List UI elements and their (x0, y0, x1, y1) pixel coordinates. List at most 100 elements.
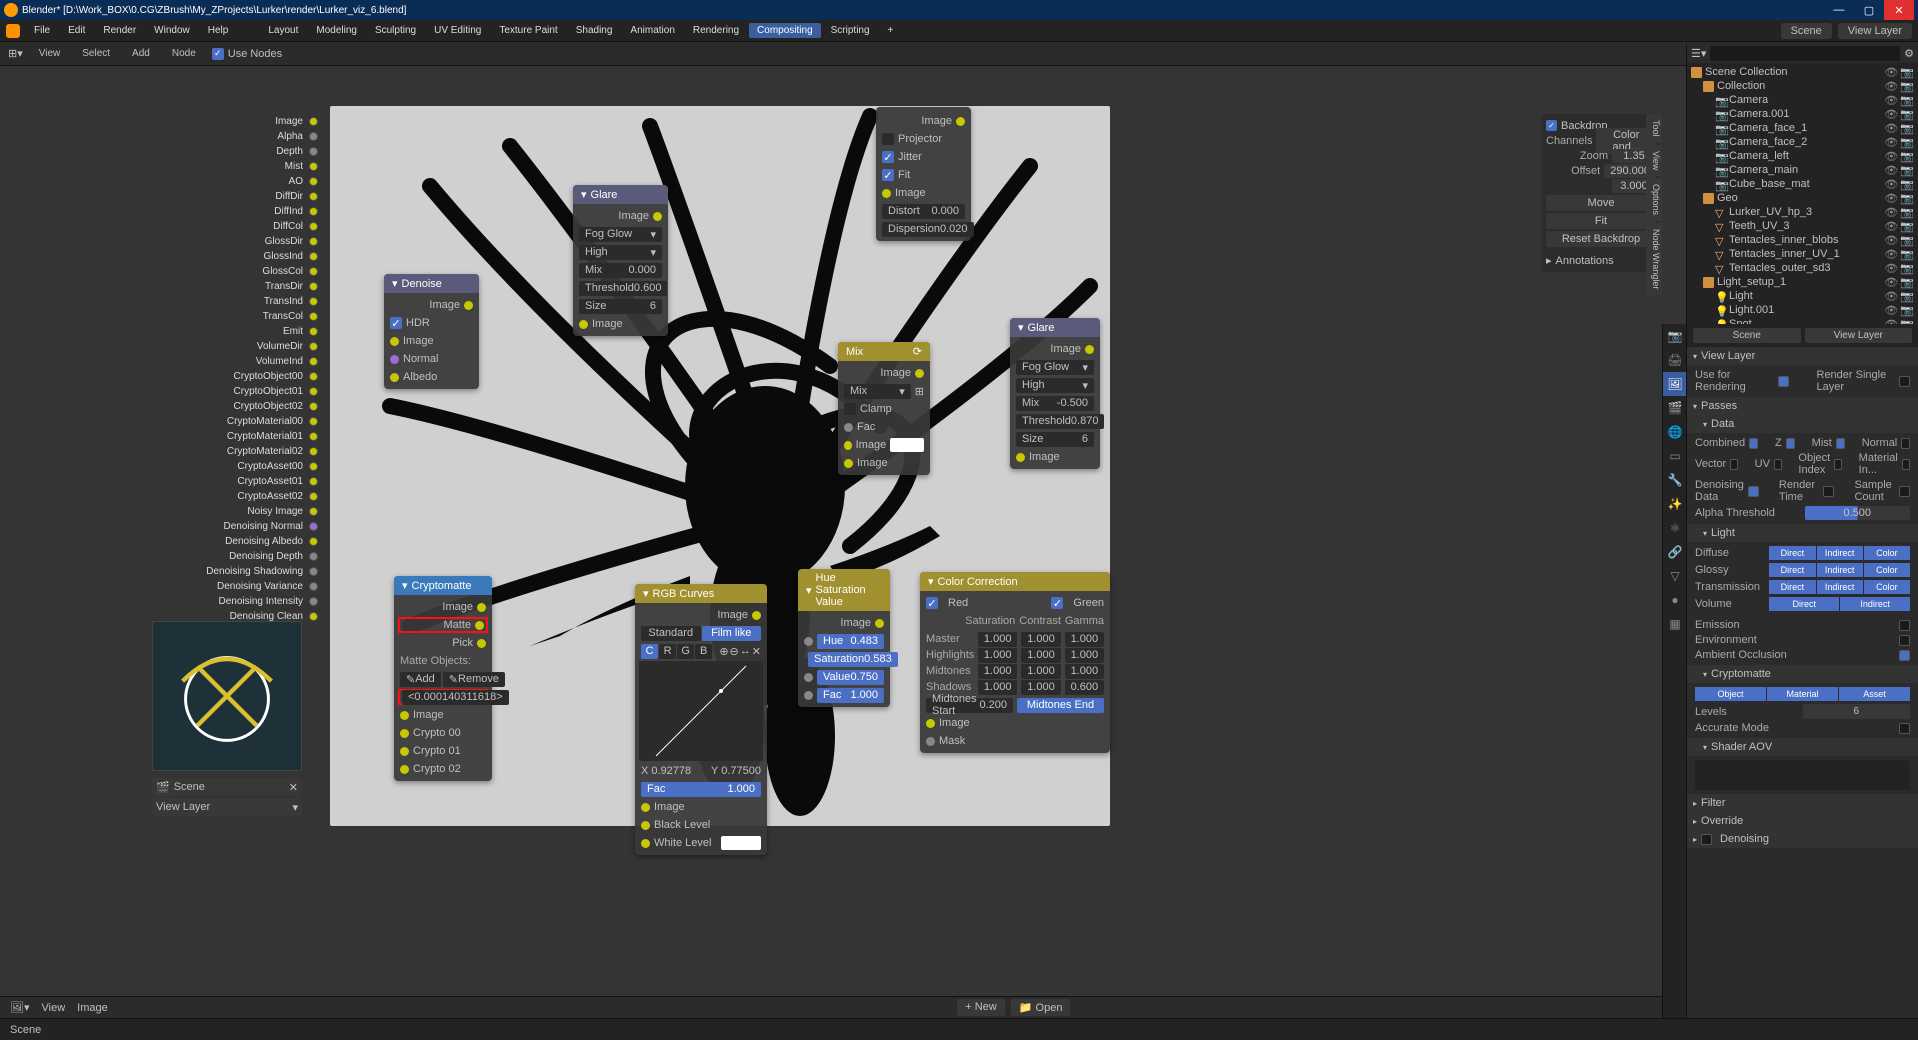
filter-icon[interactable]: ⚙ (1904, 47, 1914, 60)
render-output-socket[interactable]: GlossInd (150, 249, 318, 263)
levels-field[interactable]: 6 (1803, 704, 1911, 719)
panel-light[interactable]: Light (1687, 524, 1918, 542)
panel-shader-aov[interactable]: Shader AOV (1687, 738, 1918, 756)
workspace-modeling[interactable]: Modeling (308, 23, 365, 38)
workspace-uv[interactable]: UV Editing (426, 23, 489, 38)
render-output-socket[interactable]: TransCol (150, 309, 318, 323)
render-output-socket[interactable]: Denoising Clean (150, 609, 318, 623)
render-output-socket[interactable]: Mist (150, 159, 318, 173)
props-scene-chip[interactable]: Scene (1693, 328, 1801, 343)
workspace-compositing[interactable]: Compositing (749, 23, 821, 38)
render-output-socket[interactable]: TransDir (150, 279, 318, 293)
outliner-mode-icon[interactable]: ☰▾ (1691, 47, 1706, 60)
curve-tool-icon[interactable]: ✕ (752, 645, 761, 658)
node-glare-1[interactable]: ▾Glare Image Fog Glow▾ High▾ Mix0.000 Th… (573, 185, 668, 336)
props-viewlayer-chip[interactable]: View Layer (1805, 328, 1913, 343)
maximize-button[interactable]: ▢ (1854, 0, 1884, 20)
render-output-socket[interactable]: AO (150, 174, 318, 188)
tab-viewlayer[interactable]: 🖼 (1663, 372, 1687, 396)
render-output-socket[interactable]: Denoising Variance (150, 579, 318, 593)
render-output-socket[interactable]: CryptoMaterial02 (150, 444, 318, 458)
render-output-socket[interactable]: Denoising Normal (150, 519, 318, 533)
tab-particles[interactable]: ✨ (1663, 492, 1687, 516)
close-button[interactable]: ✕ (1884, 0, 1914, 20)
outliner-item[interactable]: ▽Tentacles_outer_sd3👁📷 (1691, 261, 1914, 275)
render-output-socket[interactable]: Denoising Depth (150, 549, 318, 563)
render-output-socket[interactable]: CryptoObject02 (150, 399, 318, 413)
render-output-socket[interactable]: Noisy Image (150, 504, 318, 518)
footer-image[interactable]: Image (77, 1002, 108, 1014)
outliner-item[interactable]: 📷Camera_main👁📷 (1691, 163, 1914, 177)
backdrop-move-button[interactable]: Move (1546, 195, 1656, 211)
menu-help[interactable]: Help (200, 23, 237, 38)
workspace-sculpting[interactable]: Sculpting (367, 23, 424, 38)
outliner-item[interactable]: Collection👁📷 (1691, 79, 1914, 93)
outliner-item[interactable]: 📷Camera👁📷 (1691, 93, 1914, 107)
outliner-item[interactable]: Scene Collection👁📷 (1691, 65, 1914, 79)
outliner-item[interactable]: 📷Camera_face_1👁📷 (1691, 121, 1914, 135)
render-output-socket[interactable]: GlossDir (150, 234, 318, 248)
render-output-socket[interactable]: DiffDir (150, 189, 318, 203)
tab-material[interactable]: ● (1663, 588, 1687, 612)
curve-tool-icon[interactable]: ↔ (740, 645, 751, 657)
scene-selector[interactable]: Scene (1781, 23, 1832, 39)
accurate-mode-check[interactable] (1899, 723, 1910, 734)
render-output-socket[interactable]: DiffInd (150, 204, 318, 218)
viewlayer-selector[interactable]: View Layer (1838, 23, 1912, 39)
use-rendering-check[interactable] (1778, 376, 1789, 387)
render-output-socket[interactable]: CryptoObject01 (150, 384, 318, 398)
outliner-item[interactable]: ▽Lurker_UV_hp_3👁📷 (1691, 205, 1914, 219)
panel-denoising[interactable]: Denoising (1687, 830, 1918, 848)
curve-editor[interactable] (639, 661, 763, 761)
render-output-socket[interactable]: CryptoAsset02 (150, 489, 318, 503)
clamp-icon[interactable]: ⊞ (915, 385, 924, 398)
node-hsv[interactable]: ▾Hue Saturation Value Image Hue0.483 Sat… (798, 569, 890, 707)
outliner-item[interactable]: Geo👁📷 (1691, 191, 1914, 205)
render-output-socket[interactable]: CryptoAsset00 (150, 459, 318, 473)
render-output-socket[interactable]: CryptoMaterial01 (150, 429, 318, 443)
render-output-socket[interactable]: Denoising Shadowing (150, 564, 318, 578)
tab-modifiers[interactable]: 🔧 (1663, 468, 1687, 492)
tab-physics[interactable]: ⚛ (1663, 516, 1687, 540)
crypto-tabs[interactable]: Object Material Asset (1695, 687, 1910, 701)
panel-filter[interactable]: Filter (1687, 794, 1918, 812)
workspace-add[interactable]: + (880, 23, 902, 38)
outliner-item[interactable]: 💡Light👁📷 (1691, 289, 1914, 303)
new-button[interactable]: + New (957, 999, 1005, 1016)
tab-texture[interactable]: ▦ (1663, 612, 1687, 636)
outliner-item[interactable]: Light_setup_1👁📷 (1691, 275, 1914, 289)
render-output-socket[interactable]: Depth (150, 144, 318, 158)
tab-view[interactable]: View (1646, 145, 1662, 176)
outliner-item[interactable]: 💡Light.001👁📷 (1691, 303, 1914, 317)
tab-object[interactable]: ▭ (1663, 444, 1687, 468)
backdrop-fit-button[interactable]: Fit (1546, 213, 1656, 229)
alpha-threshold-slider[interactable]: 0.500 (1805, 506, 1911, 520)
footer-view[interactable]: View (42, 1002, 66, 1014)
tab-render[interactable]: 📷 (1663, 324, 1687, 348)
node-mix[interactable]: Mix⟳ Image Mix▾⊞ Clamp Fac Image Image (838, 342, 930, 475)
render-output-socket[interactable]: Alpha (150, 129, 318, 143)
tab-options[interactable]: Options (1646, 178, 1662, 221)
editor-type-icon[interactable]: 🖼▾ (10, 1001, 30, 1014)
node-lens-distortion[interactable]: Image Projector ✓Jitter ✓Fit Image Disto… (876, 107, 971, 241)
panel-viewlayer[interactable]: View Layer (1687, 347, 1918, 365)
single-layer-check[interactable] (1899, 376, 1910, 387)
render-output-socket[interactable]: DiffCol (150, 219, 318, 233)
rl-layer-field[interactable]: View Layer▾ (152, 798, 302, 816)
workspace-rendering[interactable]: Rendering (685, 23, 747, 38)
workspace-layout[interactable]: Layout (260, 23, 306, 38)
workspace-shading[interactable]: Shading (568, 23, 621, 38)
workspace-anim[interactable]: Animation (622, 23, 682, 38)
outliner-item[interactable]: ▽Teeth_UV_3👁📷 (1691, 219, 1914, 233)
render-output-socket[interactable]: TransInd (150, 294, 318, 308)
curve-tool-icon[interactable]: ⊕ (719, 645, 728, 658)
outliner-item[interactable]: 💡Spot👁📷 (1691, 317, 1914, 324)
tab-node-wrangler[interactable]: Node Wrangler (1646, 223, 1662, 295)
tab-constraints[interactable]: 🔗 (1663, 540, 1687, 564)
render-output-socket[interactable]: Denoising Intensity (150, 594, 318, 608)
menu-render[interactable]: Render (95, 23, 144, 38)
menu-file[interactable]: File (26, 23, 58, 38)
node-rgb-curves[interactable]: ▾RGB Curves Image Standard Film like C R… (635, 584, 767, 855)
rl-scene-field[interactable]: 🎬Scene✕ (152, 778, 302, 796)
outliner-search[interactable] (1710, 46, 1900, 61)
